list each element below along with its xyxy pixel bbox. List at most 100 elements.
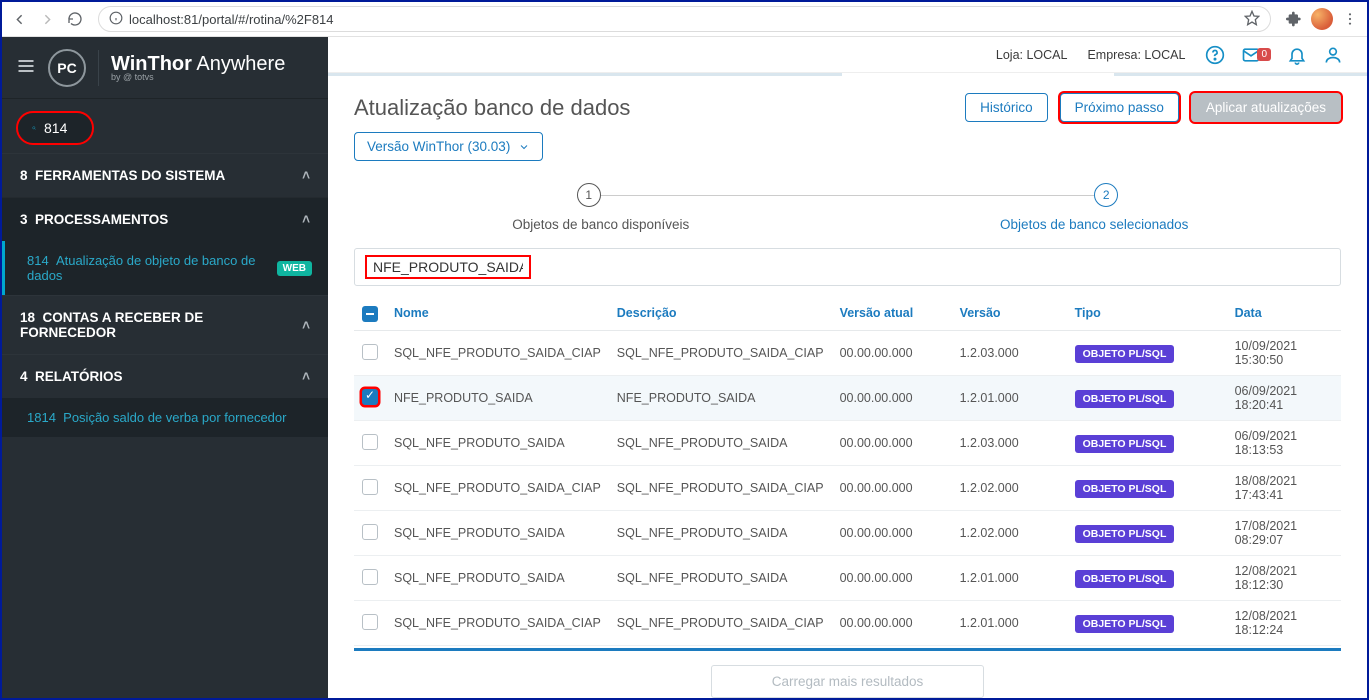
cell-descricao: SQL_NFE_PRODUTO_SAIDA_CIAP — [609, 331, 832, 376]
step-1-circle[interactable]: 1 — [577, 183, 601, 207]
cell-data: 06/09/2021 18:20:41 — [1227, 376, 1341, 421]
cell-nome: SQL_NFE_PRODUTO_SAIDA — [386, 421, 609, 466]
chevron-up-icon: ˄ — [302, 168, 310, 183]
nav-group-contas[interactable]: 18 CONTAS A RECEBER DE FORNECEDOR ˄ — [2, 295, 328, 354]
cell-versao: 1.2.02.000 — [952, 466, 1067, 511]
nav-group-processamentos[interactable]: 3 PROCESSAMENTOS ˄ — [2, 197, 328, 241]
topbar: Loja: LOCAL Empresa: LOCAL 0 — [328, 37, 1367, 73]
load-more-button[interactable]: Carregar mais resultados — [711, 665, 985, 698]
cell-versao: 1.2.01.000 — [952, 601, 1067, 646]
cell-versao: 1.2.03.000 — [952, 421, 1067, 466]
cell-descricao: SQL_NFE_PRODUTO_SAIDA_CIAP — [609, 466, 832, 511]
row-checkbox[interactable] — [362, 524, 378, 540]
col-data[interactable]: Data — [1227, 296, 1341, 331]
header-checkbox[interactable] — [362, 306, 378, 322]
sidebar-search[interactable] — [16, 111, 94, 145]
col-descricao[interactable]: Descrição — [609, 296, 832, 331]
bell-icon[interactable] — [1287, 45, 1307, 65]
menu-toggle-icon[interactable] — [16, 56, 36, 79]
version-dropdown[interactable]: Versão WinThor (30.03) — [354, 132, 543, 161]
chevron-up-icon: ˄ — [302, 318, 310, 333]
browser-toolbar: localhost:81/portal/#/rotina/%2F814 — [2, 2, 1367, 37]
row-checkbox[interactable] — [362, 434, 378, 450]
nav-group-relatorios[interactable]: 4 RELATÓRIOS ˄ — [2, 354, 328, 398]
mail-badge: 0 — [1257, 48, 1271, 61]
table-row[interactable]: SQL_NFE_PRODUTO_SAIDA_CIAPSQL_NFE_PRODUT… — [354, 331, 1341, 376]
cell-data: 12/08/2021 18:12:24 — [1227, 601, 1341, 646]
table-row[interactable]: SQL_NFE_PRODUTO_SAIDASQL_NFE_PRODUTO_SAI… — [354, 556, 1341, 601]
user-icon[interactable] — [1323, 45, 1343, 65]
page-title: Atualização banco de dados — [354, 95, 953, 121]
url-text: localhost:81/portal/#/rotina/%2F814 — [129, 12, 334, 27]
chevron-up-icon: ˄ — [302, 212, 310, 227]
search-input[interactable] — [44, 120, 78, 136]
cell-versao: 1.2.02.000 — [952, 511, 1067, 556]
chevron-down-icon — [518, 141, 530, 153]
row-checkbox[interactable] — [362, 569, 378, 585]
row-checkbox[interactable] — [362, 389, 378, 405]
nav-item-814[interactable]: 814 Atualização de objeto de banco de da… — [2, 241, 328, 295]
forward-icon[interactable] — [36, 8, 58, 30]
cell-nome: SQL_NFE_PRODUTO_SAIDA_CIAP — [386, 466, 609, 511]
cell-descricao: SQL_NFE_PRODUTO_SAIDA_CIAP — [609, 601, 832, 646]
cell-data: 18/08/2021 17:43:41 — [1227, 466, 1341, 511]
step-2-label: Objetos de banco selecionados — [848, 217, 1342, 232]
tipo-tag: OBJETO PL/SQL — [1075, 345, 1175, 363]
site-info-icon[interactable] — [109, 11, 123, 28]
kebab-menu-icon[interactable] — [1339, 8, 1361, 30]
row-checkbox[interactable] — [362, 344, 378, 360]
tipo-tag: OBJETO PL/SQL — [1075, 435, 1175, 453]
row-checkbox[interactable] — [362, 614, 378, 630]
filter-box[interactable] — [354, 248, 1341, 286]
table-row[interactable]: SQL_NFE_PRODUTO_SAIDASQL_NFE_PRODUTO_SAI… — [354, 511, 1341, 556]
table-row[interactable]: SQL_NFE_PRODUTO_SAIDASQL_NFE_PRODUTO_SAI… — [354, 421, 1341, 466]
bookmark-icon[interactable] — [1244, 10, 1260, 29]
extensions-icon[interactable] — [1283, 8, 1305, 30]
cell-versao: 1.2.03.000 — [952, 331, 1067, 376]
nav-item-1814[interactable]: 1814 Posição saldo de verba por forneced… — [2, 398, 328, 437]
cell-versao-atual: 00.00.00.000 — [832, 556, 952, 601]
logo-icon: PC — [48, 49, 86, 87]
btn-historico[interactable]: Histórico — [965, 93, 1048, 122]
cell-descricao: SQL_NFE_PRODUTO_SAIDA — [609, 511, 832, 556]
tipo-tag: OBJETO PL/SQL — [1075, 480, 1175, 498]
address-bar[interactable]: localhost:81/portal/#/rotina/%2F814 — [98, 6, 1271, 32]
cell-nome: SQL_NFE_PRODUTO_SAIDA_CIAP — [386, 601, 609, 646]
profile-avatar[interactable] — [1311, 8, 1333, 30]
reload-icon[interactable] — [64, 8, 86, 30]
table-row[interactable]: SQL_NFE_PRODUTO_SAIDA_CIAPSQL_NFE_PRODUT… — [354, 601, 1341, 646]
topbar-loja: Loja: LOCAL — [996, 48, 1068, 62]
col-nome[interactable]: Nome — [386, 296, 609, 331]
cell-descricao: NFE_PRODUTO_SAIDA — [609, 376, 832, 421]
cell-nome: NFE_PRODUTO_SAIDA — [386, 376, 609, 421]
col-versao-atual[interactable]: Versão atual — [832, 296, 952, 331]
col-versao[interactable]: Versão — [952, 296, 1067, 331]
help-icon[interactable] — [1205, 45, 1225, 65]
col-tipo[interactable]: Tipo — [1067, 296, 1227, 331]
table-row[interactable]: SQL_NFE_PRODUTO_SAIDA_CIAPSQL_NFE_PRODUT… — [354, 466, 1341, 511]
tipo-tag: OBJETO PL/SQL — [1075, 525, 1175, 543]
tipo-tag: OBJETO PL/SQL — [1075, 390, 1175, 408]
cell-descricao: SQL_NFE_PRODUTO_SAIDA — [609, 556, 832, 601]
nav-group-ferramentas[interactable]: 8 FERRAMENTAS DO SISTEMA ˄ — [2, 153, 328, 197]
table-row[interactable]: NFE_PRODUTO_SAIDANFE_PRODUTO_SAIDA00.00.… — [354, 376, 1341, 421]
cell-versao-atual: 00.00.00.000 — [832, 466, 952, 511]
cell-descricao: SQL_NFE_PRODUTO_SAIDA — [609, 421, 832, 466]
cell-versao-atual: 00.00.00.000 — [832, 511, 952, 556]
cell-versao: 1.2.01.000 — [952, 376, 1067, 421]
tipo-tag: OBJETO PL/SQL — [1075, 570, 1175, 588]
cell-nome: SQL_NFE_PRODUTO_SAIDA_CIAP — [386, 331, 609, 376]
tab-underline — [328, 73, 1367, 75]
filter-input[interactable] — [373, 259, 523, 275]
cell-nome: SQL_NFE_PRODUTO_SAIDA — [386, 511, 609, 556]
btn-aplicar[interactable]: Aplicar atualizações — [1191, 93, 1341, 122]
cell-versao-atual: 00.00.00.000 — [832, 421, 952, 466]
cell-versao: 1.2.01.000 — [952, 556, 1067, 601]
step-2-circle[interactable]: 2 — [1094, 183, 1118, 207]
row-checkbox[interactable] — [362, 479, 378, 495]
stepper: 1 Objetos de banco disponíveis 2 Objetos… — [354, 183, 1341, 232]
btn-proximo-passo[interactable]: Próximo passo — [1060, 93, 1179, 122]
search-icon — [32, 121, 36, 135]
back-icon[interactable] — [8, 8, 30, 30]
mail-icon[interactable]: 0 — [1241, 45, 1271, 65]
